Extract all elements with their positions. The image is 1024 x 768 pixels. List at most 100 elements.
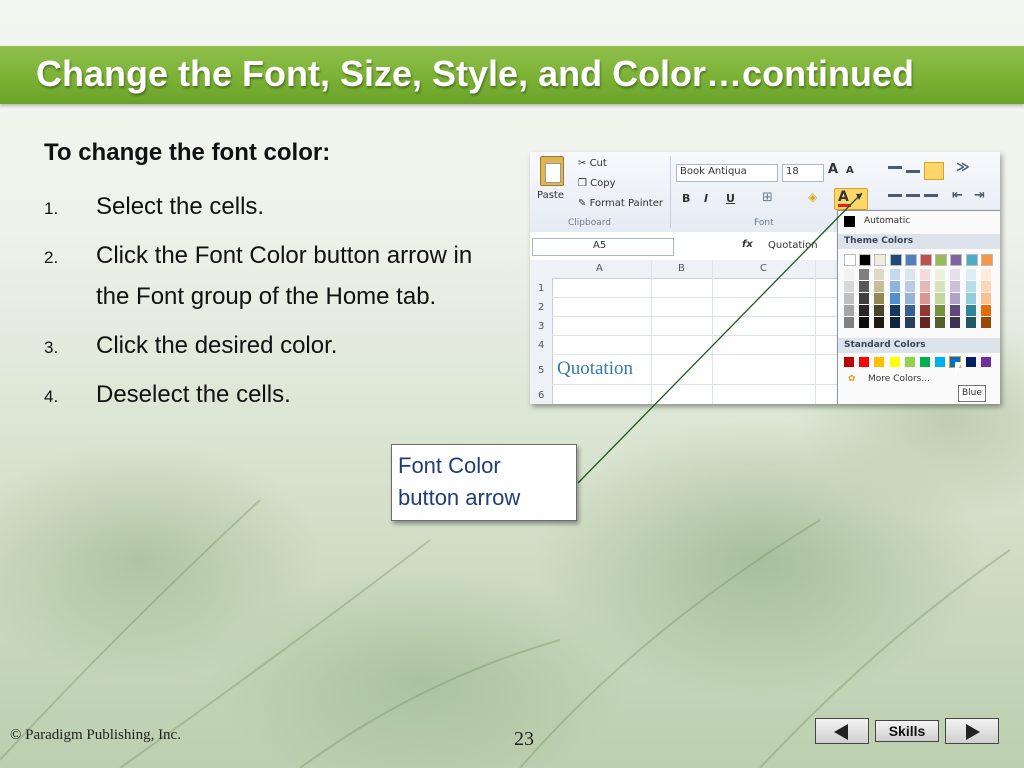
- standard-color-swatch[interactable]: [920, 357, 930, 367]
- standard-color-swatch[interactable]: [935, 357, 946, 367]
- borders-icon[interactable]: ⊞: [762, 190, 773, 205]
- align-bottom-icon[interactable]: [924, 162, 944, 180]
- decrease-indent-icon[interactable]: ⇤: [952, 188, 963, 203]
- theme-shade-swatch[interactable]: [950, 293, 961, 304]
- standard-color-swatch[interactable]: [965, 357, 976, 367]
- theme-shade-swatch[interactable]: [965, 269, 976, 280]
- align-top-icon[interactable]: [888, 166, 902, 169]
- automatic-option[interactable]: Automatic: [864, 216, 910, 226]
- standard-color-swatch[interactable]: [844, 357, 854, 367]
- name-box[interactable]: A5: [532, 238, 674, 256]
- column-header-a[interactable]: A: [596, 263, 603, 274]
- theme-shade-swatch[interactable]: [935, 293, 946, 304]
- fx-icon[interactable]: fx: [742, 239, 753, 250]
- fill-color-icon[interactable]: ◈: [808, 190, 817, 204]
- orientation-icon[interactable]: ≫: [956, 160, 970, 175]
- theme-shade-swatch[interactable]: [844, 317, 854, 328]
- row-header-2[interactable]: 2: [538, 302, 544, 313]
- font-size-box[interactable]: 18: [782, 164, 824, 182]
- cut-button[interactable]: ✂ Cut: [578, 158, 607, 169]
- row-header-1[interactable]: 1: [538, 283, 544, 294]
- more-colors-option[interactable]: More Colors...: [868, 374, 930, 384]
- cell-a5-text[interactable]: Quotation: [557, 358, 633, 380]
- next-button[interactable]: [945, 718, 999, 744]
- theme-shade-swatch[interactable]: [965, 305, 976, 316]
- theme-shade-swatch[interactable]: [935, 317, 946, 328]
- theme-shade-swatch[interactable]: [980, 293, 991, 304]
- formula-content[interactable]: Quotation: [768, 240, 818, 251]
- theme-shade-swatch[interactable]: [844, 305, 854, 316]
- theme-shade-swatch[interactable]: [920, 305, 930, 316]
- theme-shade-swatch[interactable]: [904, 281, 915, 292]
- theme-shade-swatch[interactable]: [935, 305, 946, 316]
- align-center-icon[interactable]: [906, 194, 920, 197]
- theme-shade-swatch[interactable]: [889, 317, 900, 328]
- theme-shade-swatch[interactable]: [950, 317, 961, 328]
- skills-button[interactable]: Skills: [875, 720, 939, 742]
- italic-button[interactable]: I: [704, 192, 708, 205]
- align-right-icon[interactable]: [924, 194, 938, 197]
- theme-shade-swatch[interactable]: [889, 269, 900, 280]
- theme-shade-swatch[interactable]: [904, 305, 915, 316]
- theme-shade-swatch[interactable]: [920, 281, 930, 292]
- theme-shade-swatch[interactable]: [844, 293, 854, 304]
- theme-shade-swatch[interactable]: [920, 269, 930, 280]
- theme-shade-swatch[interactable]: [950, 305, 961, 316]
- row-header-6[interactable]: 6: [538, 390, 544, 401]
- theme-shade-swatch[interactable]: [904, 269, 915, 280]
- theme-shade-swatch[interactable]: [859, 269, 870, 280]
- column-header-b[interactable]: B: [678, 263, 685, 274]
- theme-shade-swatch[interactable]: [889, 305, 900, 316]
- align-left-icon[interactable]: [888, 194, 902, 197]
- paste-label[interactable]: Paste: [537, 190, 564, 201]
- theme-shade-swatch[interactable]: [874, 293, 885, 304]
- theme-shade-swatch[interactable]: [980, 269, 991, 280]
- increase-indent-icon[interactable]: ⇥: [974, 188, 985, 203]
- theme-shade-swatch[interactable]: [874, 317, 885, 328]
- theme-shade-swatch[interactable]: [965, 293, 976, 304]
- theme-shade-swatch[interactable]: [965, 317, 976, 328]
- automatic-swatch[interactable]: [844, 216, 855, 227]
- theme-shade-swatch[interactable]: [935, 281, 946, 292]
- bold-button[interactable]: B: [682, 192, 690, 205]
- theme-shade-swatch[interactable]: [950, 269, 961, 280]
- underline-button[interactable]: U: [726, 192, 735, 205]
- theme-color-swatch[interactable]: [980, 254, 993, 266]
- row-header-4[interactable]: 4: [538, 340, 544, 351]
- grow-font-button[interactable]: A: [828, 162, 838, 177]
- theme-shade-swatch[interactable]: [904, 317, 915, 328]
- theme-color-swatch[interactable]: [889, 254, 902, 266]
- theme-shade-swatch[interactable]: [859, 317, 870, 328]
- theme-color-swatch[interactable]: [844, 254, 856, 266]
- theme-shade-swatch[interactable]: [874, 305, 885, 316]
- font-color-arrow-icon[interactable]: ▼: [856, 192, 862, 201]
- column-header-c[interactable]: C: [760, 263, 767, 274]
- format-painter-button[interactable]: ✎ Format Painter: [578, 198, 663, 209]
- theme-shade-swatch[interactable]: [904, 293, 915, 304]
- theme-shade-swatch[interactable]: [889, 281, 900, 292]
- theme-shade-swatch[interactable]: [844, 269, 854, 280]
- theme-color-swatch[interactable]: [904, 254, 917, 266]
- theme-color-swatch[interactable]: [920, 254, 932, 266]
- theme-shade-swatch[interactable]: [980, 281, 991, 292]
- theme-shade-swatch[interactable]: [859, 293, 870, 304]
- theme-shade-swatch[interactable]: [920, 317, 930, 328]
- theme-shade-swatch[interactable]: [874, 269, 885, 280]
- theme-shade-swatch[interactable]: [874, 281, 885, 292]
- row-header-3[interactable]: 3: [538, 321, 544, 332]
- standard-color-swatch[interactable]: [904, 357, 915, 367]
- theme-shade-swatch[interactable]: [920, 293, 930, 304]
- standard-color-swatch[interactable]: [889, 357, 900, 367]
- theme-color-swatch[interactable]: [965, 254, 978, 266]
- theme-color-swatch[interactable]: [859, 254, 872, 266]
- align-middle-icon[interactable]: [906, 170, 920, 173]
- theme-shade-swatch[interactable]: [950, 281, 961, 292]
- font-color-button[interactable]: A ▼: [834, 188, 868, 210]
- theme-shade-swatch[interactable]: [965, 281, 976, 292]
- theme-shade-swatch[interactable]: [980, 317, 991, 328]
- theme-shade-swatch[interactable]: [859, 305, 870, 316]
- theme-color-swatch[interactable]: [874, 254, 887, 266]
- theme-shade-swatch[interactable]: [980, 305, 991, 316]
- theme-color-swatch[interactable]: [935, 254, 948, 266]
- standard-color-swatch[interactable]: [980, 357, 991, 367]
